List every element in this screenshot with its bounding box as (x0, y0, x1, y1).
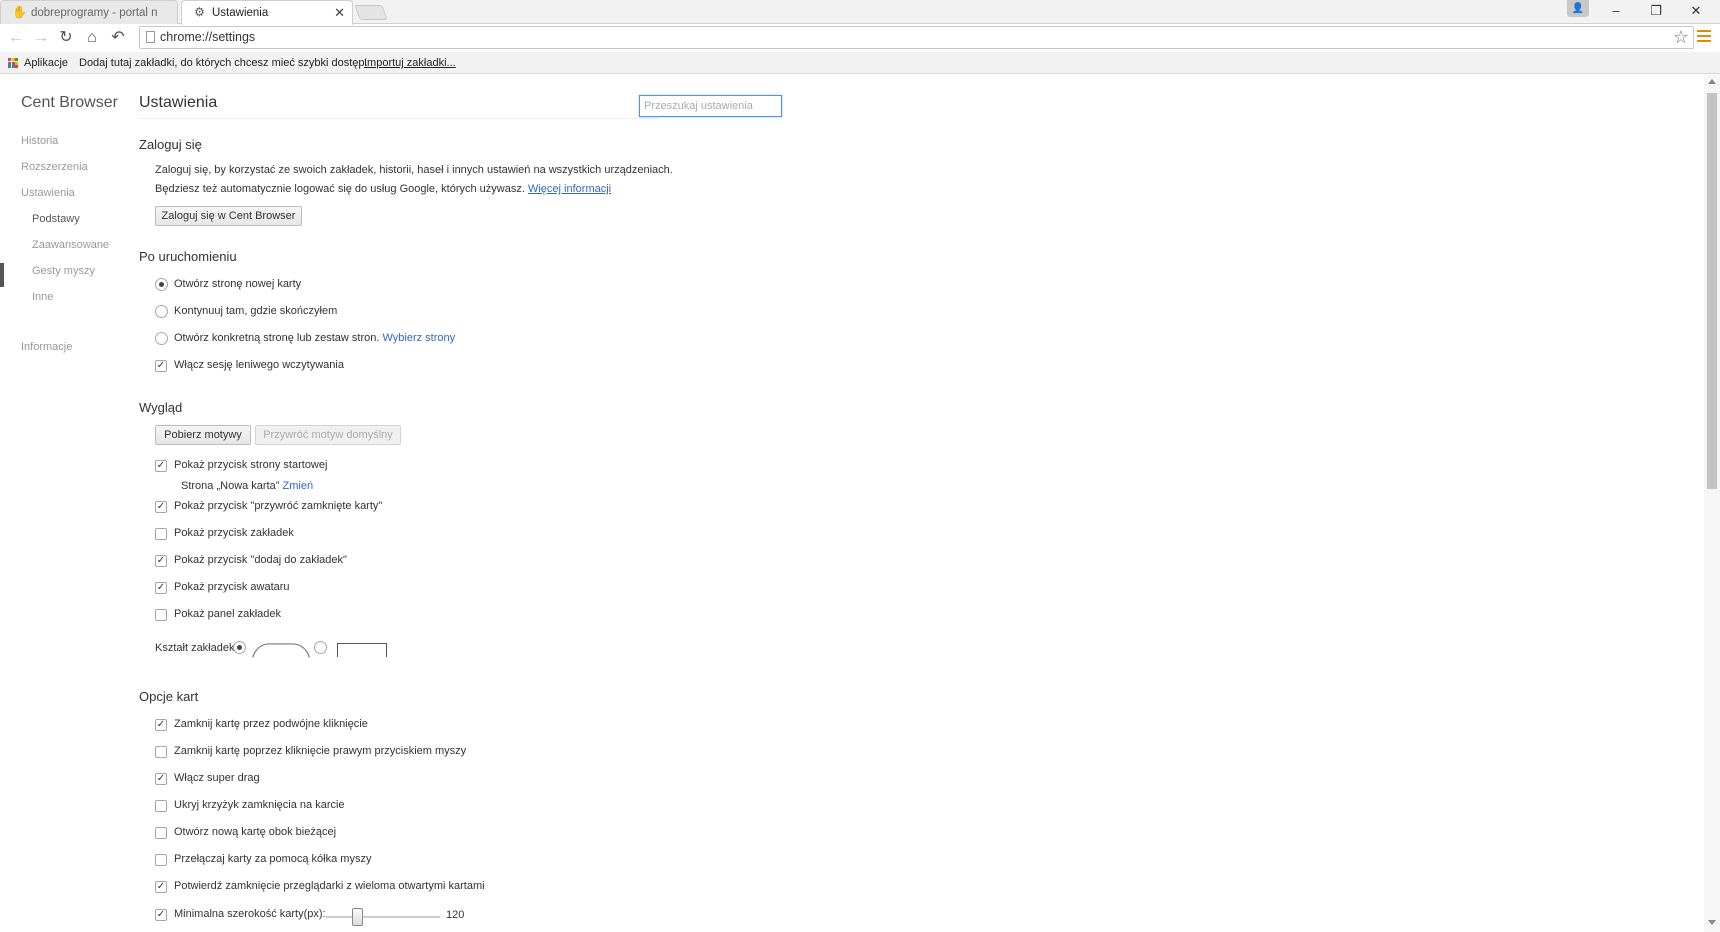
sidebar-item-ustawienia[interactable]: Ustawienia (21, 187, 75, 199)
section-appearance-title: Wygląd (139, 400, 183, 415)
checkbox[interactable] (155, 800, 167, 812)
checkbox[interactable] (155, 528, 167, 540)
tab-settings[interactable]: ⚙ Ustawienia ✕ (181, 0, 353, 25)
minimize-button[interactable]: – (1596, 0, 1636, 22)
menu-icon[interactable] (1697, 30, 1711, 44)
section-tab-options-title: Opcje kart (139, 689, 199, 704)
checkbox[interactable] (155, 827, 167, 839)
sidebar-item-podstawy[interactable]: Podstawy (32, 213, 80, 225)
sidebar-item-gesty-myszy[interactable]: Gesty myszy (32, 265, 95, 277)
checkbox-checked[interactable]: ✓ (155, 773, 167, 785)
active-indicator (0, 263, 4, 287)
scroll-down-arrow-icon[interactable] (1708, 920, 1716, 925)
signin-text: Zaloguj się, by korzystać ze swoich zakł… (155, 164, 673, 176)
back-icon[interactable]: ← (6, 28, 26, 48)
checkbox-checked[interactable]: ✓ (155, 909, 167, 921)
checkbox[interactable] (155, 609, 167, 621)
radio[interactable] (314, 641, 327, 654)
radio-selected[interactable] (233, 641, 246, 654)
checkbox-checked[interactable]: ✓ (155, 360, 167, 372)
close-window-button[interactable]: ✕ (1676, 0, 1716, 22)
choose-pages-link[interactable]: Wybierz strony (383, 332, 456, 344)
tab-title: Ustawienia (212, 7, 269, 19)
header-divider (139, 118, 659, 119)
page-title: Ustawienia (139, 94, 218, 111)
sidebar-item-inne[interactable]: Inne (32, 291, 53, 303)
radio-selected[interactable] (155, 278, 168, 291)
signin-text-2-body: Będziesz też automatycznie logować się d… (155, 183, 525, 195)
url-text: chrome://settings (160, 30, 256, 44)
tab-title: dobreprogramy - portal n (31, 7, 158, 19)
signin-text-2: Będziesz też automatycznie logować się d… (155, 183, 611, 195)
home-icon[interactable]: ⌂ (82, 28, 102, 48)
settings-content: Ustawienia Przeszukaj ustawienia Zaloguj… (139, 75, 1699, 932)
reload-icon[interactable]: ↻ (56, 28, 76, 48)
brand-title: Cent Browser (21, 94, 118, 111)
gear-icon: ⚙ (194, 5, 205, 19)
tab-shape-rounded-preview (252, 643, 310, 658)
min-width-slider-thumb[interactable] (351, 908, 363, 926)
dobreprogramy-icon: ✋ (12, 5, 27, 19)
tab-shape-label: Kształt zakładek: (155, 642, 238, 654)
checkbox[interactable] (155, 854, 167, 866)
search-input[interactable]: Przeszukaj ustawienia (639, 95, 782, 117)
home-page-setting: Strona „Nowa karta” Zmień (181, 480, 314, 492)
toolbar: ← → ↻ ⌂ ↶ chrome://settings ☆ (0, 24, 1720, 52)
reset-theme-button[interactable]: Przywróć motyw domyślny (255, 425, 401, 445)
star-icon[interactable]: ☆ (1673, 27, 1689, 47)
restore-button[interactable]: ❐ (1636, 0, 1676, 22)
signin-button[interactable]: Zaloguj się w Cent Browser (155, 206, 302, 226)
sidebar-item-informacje[interactable]: Informacje (21, 341, 72, 353)
tab-dobreprogramy[interactable]: ✋ dobreprogramy - portal n (0, 0, 178, 24)
more-info-link[interactable]: Więcej informacji (528, 183, 611, 195)
min-width-value: 120 (446, 909, 465, 921)
undo-close-icon[interactable]: ↶ (108, 28, 128, 48)
radio[interactable] (155, 332, 168, 345)
sidebar: Cent Browser Historia Rozszerzenia Ustaw… (0, 75, 130, 932)
checkbox-checked[interactable]: ✓ (155, 582, 167, 594)
sidebar-item-rozszerzenia[interactable]: Rozszerzenia (21, 161, 88, 173)
scroll-up-arrow-icon[interactable] (1708, 79, 1716, 84)
vertical-scrollbar[interactable] (1704, 75, 1720, 932)
radio[interactable] (155, 305, 168, 318)
apps-link[interactable]: Aplikacje (24, 52, 68, 74)
bookmarks-bar: Aplikacje Dodaj tutaj zakładki, do który… (0, 52, 1720, 74)
change-home-link[interactable]: Zmień (283, 480, 314, 492)
scrollbar-thumb[interactable] (1707, 93, 1717, 489)
tab-shape-square-preview (337, 643, 387, 657)
address-bar[interactable]: chrome://settings ☆ (139, 26, 1694, 49)
bookmarks-hint: Dodaj tutaj zakładki, do których chcesz … (79, 57, 368, 69)
checkbox-checked[interactable]: ✓ (155, 881, 167, 893)
checkbox-checked[interactable]: ✓ (155, 501, 167, 513)
import-bookmarks-link[interactable]: Importuj zakładki... (364, 52, 456, 74)
checkbox-checked[interactable]: ✓ (155, 555, 167, 567)
avatar-icon[interactable]: 👤 (1567, 0, 1589, 17)
sidebar-item-historia[interactable]: Historia (21, 135, 58, 147)
page-icon (146, 31, 155, 43)
get-themes-button[interactable]: Pobierz motywy (155, 425, 251, 445)
checkbox-checked[interactable]: ✓ (155, 719, 167, 731)
checkbox[interactable] (155, 746, 167, 758)
section-signin-title: Zaloguj się (139, 137, 202, 152)
apps-icon[interactable] (8, 58, 18, 68)
min-width-slider[interactable] (326, 916, 440, 918)
tab-strip: ✋ dobreprogramy - portal n ⚙ Ustawienia … (0, 0, 1720, 25)
close-tab-icon[interactable]: ✕ (334, 1, 345, 25)
forward-icon[interactable]: → (31, 28, 51, 48)
new-tab-button[interactable] (354, 5, 388, 20)
section-startup-title: Po uruchomieniu (139, 249, 237, 264)
sidebar-item-zaawansowane[interactable]: Zaawansowane (32, 239, 109, 251)
checkbox-checked[interactable]: ✓ (155, 460, 167, 472)
